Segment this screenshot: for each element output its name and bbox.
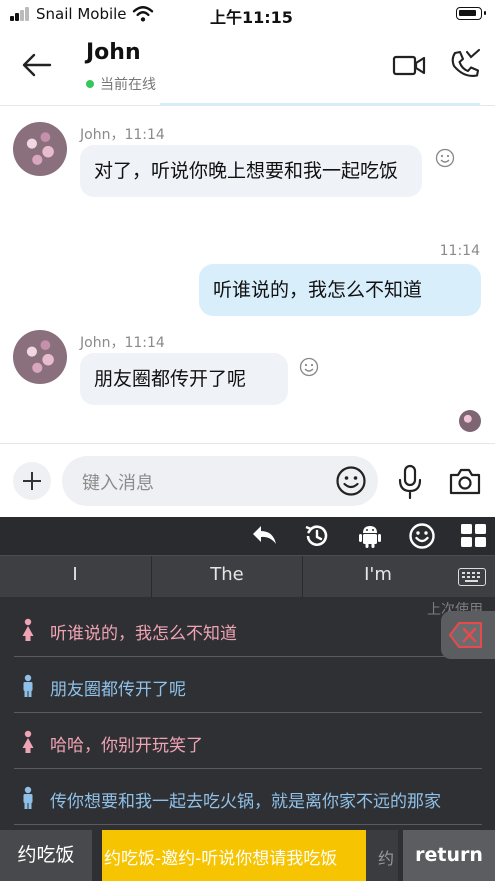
- category-row: 约吃饭 约吃饭-邀约-听说你想请我吃饭 约 return: [0, 830, 495, 881]
- category-item-label: 约吃饭-邀约-听说你想请我吃饭: [104, 849, 338, 869]
- status-time: 上午11:15: [210, 8, 293, 27]
- suggestion-item[interactable]: I: [0, 564, 150, 585]
- return-button[interactable]: return: [403, 830, 495, 881]
- emoji-panel-icon[interactable]: [407, 522, 437, 550]
- backspace-icon: [449, 622, 482, 648]
- message-meta: John，11:14: [80, 127, 165, 143]
- phrase-keyboard: I The I'm 上次使用 听谁说的，我怎么不知道 朋友圈都传开了呢 哈哈，你…: [0, 517, 495, 881]
- phrase-item[interactable]: 听谁说的，我怎么不知道: [14, 601, 482, 657]
- back-arrow-icon[interactable]: [20, 48, 54, 82]
- status-bar: Snail Mobile 上午11:15: [0, 0, 495, 28]
- message-input-placeholder: 键入消息: [82, 473, 154, 494]
- emoji-icon[interactable]: [335, 465, 367, 497]
- phrase-text: 听谁说的，我怎么不知道: [50, 624, 237, 644]
- android-icon[interactable]: [355, 522, 385, 550]
- phrase-text: 朋友圈都传开了呢: [50, 680, 186, 700]
- video-call-icon[interactable]: [392, 50, 426, 80]
- undo-icon[interactable]: [249, 522, 279, 550]
- history-icon[interactable]: [302, 522, 332, 550]
- wifi-icon: [132, 6, 154, 22]
- suggestion-item[interactable]: The: [152, 564, 302, 585]
- phrase-text: 传你想要和我一起去吃火锅，就是离你家不远的那家: [50, 792, 441, 812]
- category-button[interactable]: 约吃饭: [0, 830, 92, 881]
- category-item-label: 约: [378, 849, 395, 868]
- read-receipt-avatar: [459, 410, 481, 432]
- male-icon: [23, 786, 33, 809]
- microphone-icon[interactable]: [396, 464, 424, 500]
- camera-icon[interactable]: [448, 466, 482, 496]
- female-icon: [22, 730, 34, 753]
- signal-icon: [10, 7, 32, 21]
- phrase-item[interactable]: 哈哈，你别开玩笑了: [14, 713, 482, 769]
- phrase-item[interactable]: 朋友圈都传开了呢: [14, 657, 482, 713]
- incoming-message[interactable]: 对了，听说你晚上想要和我一起吃饭: [80, 145, 422, 197]
- compose-bar: 键入消息: [0, 443, 495, 517]
- add-reaction-icon[interactable]: [299, 357, 319, 377]
- category-item-active[interactable]: 约吃饭-邀约-听说你想请我吃饭: [102, 830, 366, 881]
- add-reaction-icon[interactable]: [435, 148, 455, 168]
- phrase-item[interactable]: 传你想要和我一起去吃火锅，就是离你家不远的那家: [14, 769, 482, 825]
- phone-call-icon[interactable]: [448, 48, 482, 82]
- battery-icon: [456, 7, 486, 20]
- grid-apps-icon[interactable]: [459, 522, 489, 550]
- online-dot-icon: [86, 80, 94, 88]
- outgoing-message[interactable]: 听谁说的，我怎么不知道: [199, 264, 481, 316]
- suggestion-item[interactable]: I'm: [303, 564, 453, 585]
- keyboard-toolbar: [0, 517, 495, 555]
- add-attachment-button[interactable]: [13, 462, 51, 500]
- suggestion-bar: I The I'm: [0, 555, 495, 598]
- category-item[interactable]: 约: [366, 830, 398, 881]
- female-icon: [22, 618, 34, 641]
- carrier-name: Snail Mobile: [36, 5, 127, 23]
- chat-header: John 当前在线: [0, 28, 495, 106]
- phrase-text: 哈哈，你别开玩笑了: [50, 736, 203, 756]
- presence-label: 当前在线: [100, 77, 156, 93]
- contact-name: John: [86, 40, 141, 65]
- avatar[interactable]: [13, 330, 67, 384]
- keyboard-switch-icon[interactable]: [458, 568, 486, 586]
- male-icon: [23, 674, 33, 697]
- incoming-message[interactable]: 朋友圈都传开了呢: [80, 353, 288, 405]
- message-input[interactable]: 键入消息: [62, 456, 378, 506]
- message-time: 11:14: [439, 243, 480, 259]
- previous-bubble-edge: [160, 103, 480, 106]
- avatar[interactable]: [13, 122, 67, 176]
- delete-button[interactable]: [441, 611, 495, 659]
- message-meta: John，11:14: [80, 335, 165, 351]
- presence-status: 当前在线: [86, 74, 156, 94]
